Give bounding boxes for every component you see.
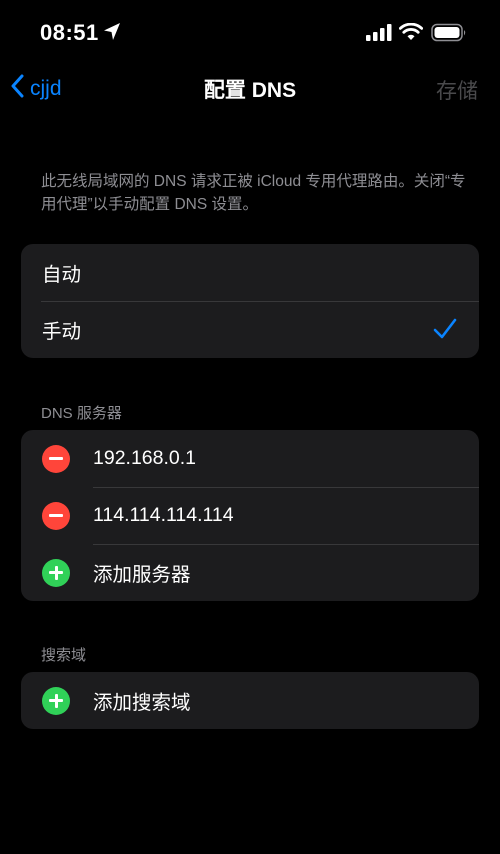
navigation-bar: cjjd 配置 DNS 存储 <box>0 64 500 114</box>
mode-option-automatic[interactable]: 自动 <box>21 244 479 301</box>
search-domains-header: 搜索域 <box>41 647 87 664</box>
checkmark-icon <box>433 318 457 345</box>
save-button[interactable]: 存储 <box>436 75 478 105</box>
add-circle-icon[interactable] <box>42 558 70 587</box>
dns-servers-group: 192.168.0.1 114.114.114.114 添加服务器 <box>21 430 479 601</box>
cellular-signal-icon <box>366 24 392 47</box>
add-search-domain-row[interactable]: 添加搜索域 <box>21 672 479 729</box>
add-server-label: 添加服务器 <box>93 564 191 586</box>
wifi-icon <box>398 22 424 46</box>
mode-option-label: 手动 <box>42 321 82 343</box>
mode-option-manual[interactable]: 手动 <box>21 301 479 358</box>
status-time: 08:51 <box>40 20 99 45</box>
add-circle-icon[interactable] <box>42 686 70 715</box>
dns-server-address: 114.114.114.114 <box>93 504 234 526</box>
page-title: 配置 DNS <box>203 79 297 102</box>
icloud-relay-note: 此无线局域网的 DNS 请求正被 iCloud 专用代理路由。关闭“专用代理”以… <box>41 173 466 213</box>
dns-server-address: 192.168.0.1 <box>93 447 197 469</box>
add-search-domain-label: 添加搜索域 <box>93 692 191 714</box>
remove-circle-icon[interactable] <box>42 501 70 530</box>
location-arrow-icon <box>103 22 121 47</box>
mode-option-label: 自动 <box>42 264 82 286</box>
add-server-row[interactable]: 添加服务器 <box>21 544 479 601</box>
dns-server-row[interactable]: 192.168.0.1 <box>21 430 479 487</box>
remove-circle-icon[interactable] <box>42 444 70 473</box>
search-domains-group: 添加搜索域 <box>21 672 479 729</box>
dns-mode-group: 自动 手动 <box>21 244 479 358</box>
battery-icon <box>431 23 467 48</box>
dns-server-row[interactable]: 114.114.114.114 <box>21 487 479 544</box>
status-bar: 08:51 <box>0 0 500 64</box>
dns-servers-header: DNS 服务器 <box>41 405 122 422</box>
